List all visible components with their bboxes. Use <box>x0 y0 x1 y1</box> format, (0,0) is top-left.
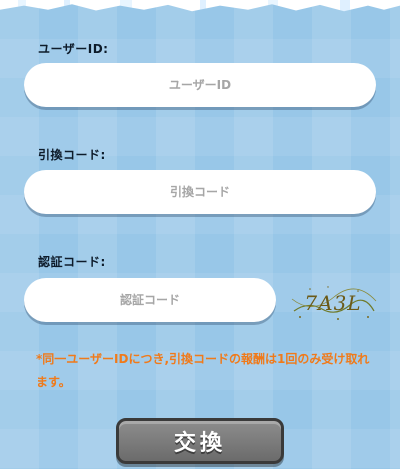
user-id-input[interactable] <box>24 63 376 107</box>
notice-text: *同一ユーザーIDにつき,引換コードの報酬は1回のみ受け取れます。 <box>36 352 370 389</box>
exchange-code-label: 引換コード: <box>38 148 106 162</box>
user-id-label: ユーザーID: <box>38 42 109 56</box>
captcha-image[interactable]: 7A3L <box>288 281 378 325</box>
captcha-input[interactable] <box>24 278 276 322</box>
captcha-label: 認証コード: <box>38 255 106 269</box>
captcha-text: 7A3L <box>304 291 361 315</box>
exchange-code-input[interactable] <box>24 170 376 214</box>
exchange-button[interactable]: 交換 <box>116 418 284 464</box>
